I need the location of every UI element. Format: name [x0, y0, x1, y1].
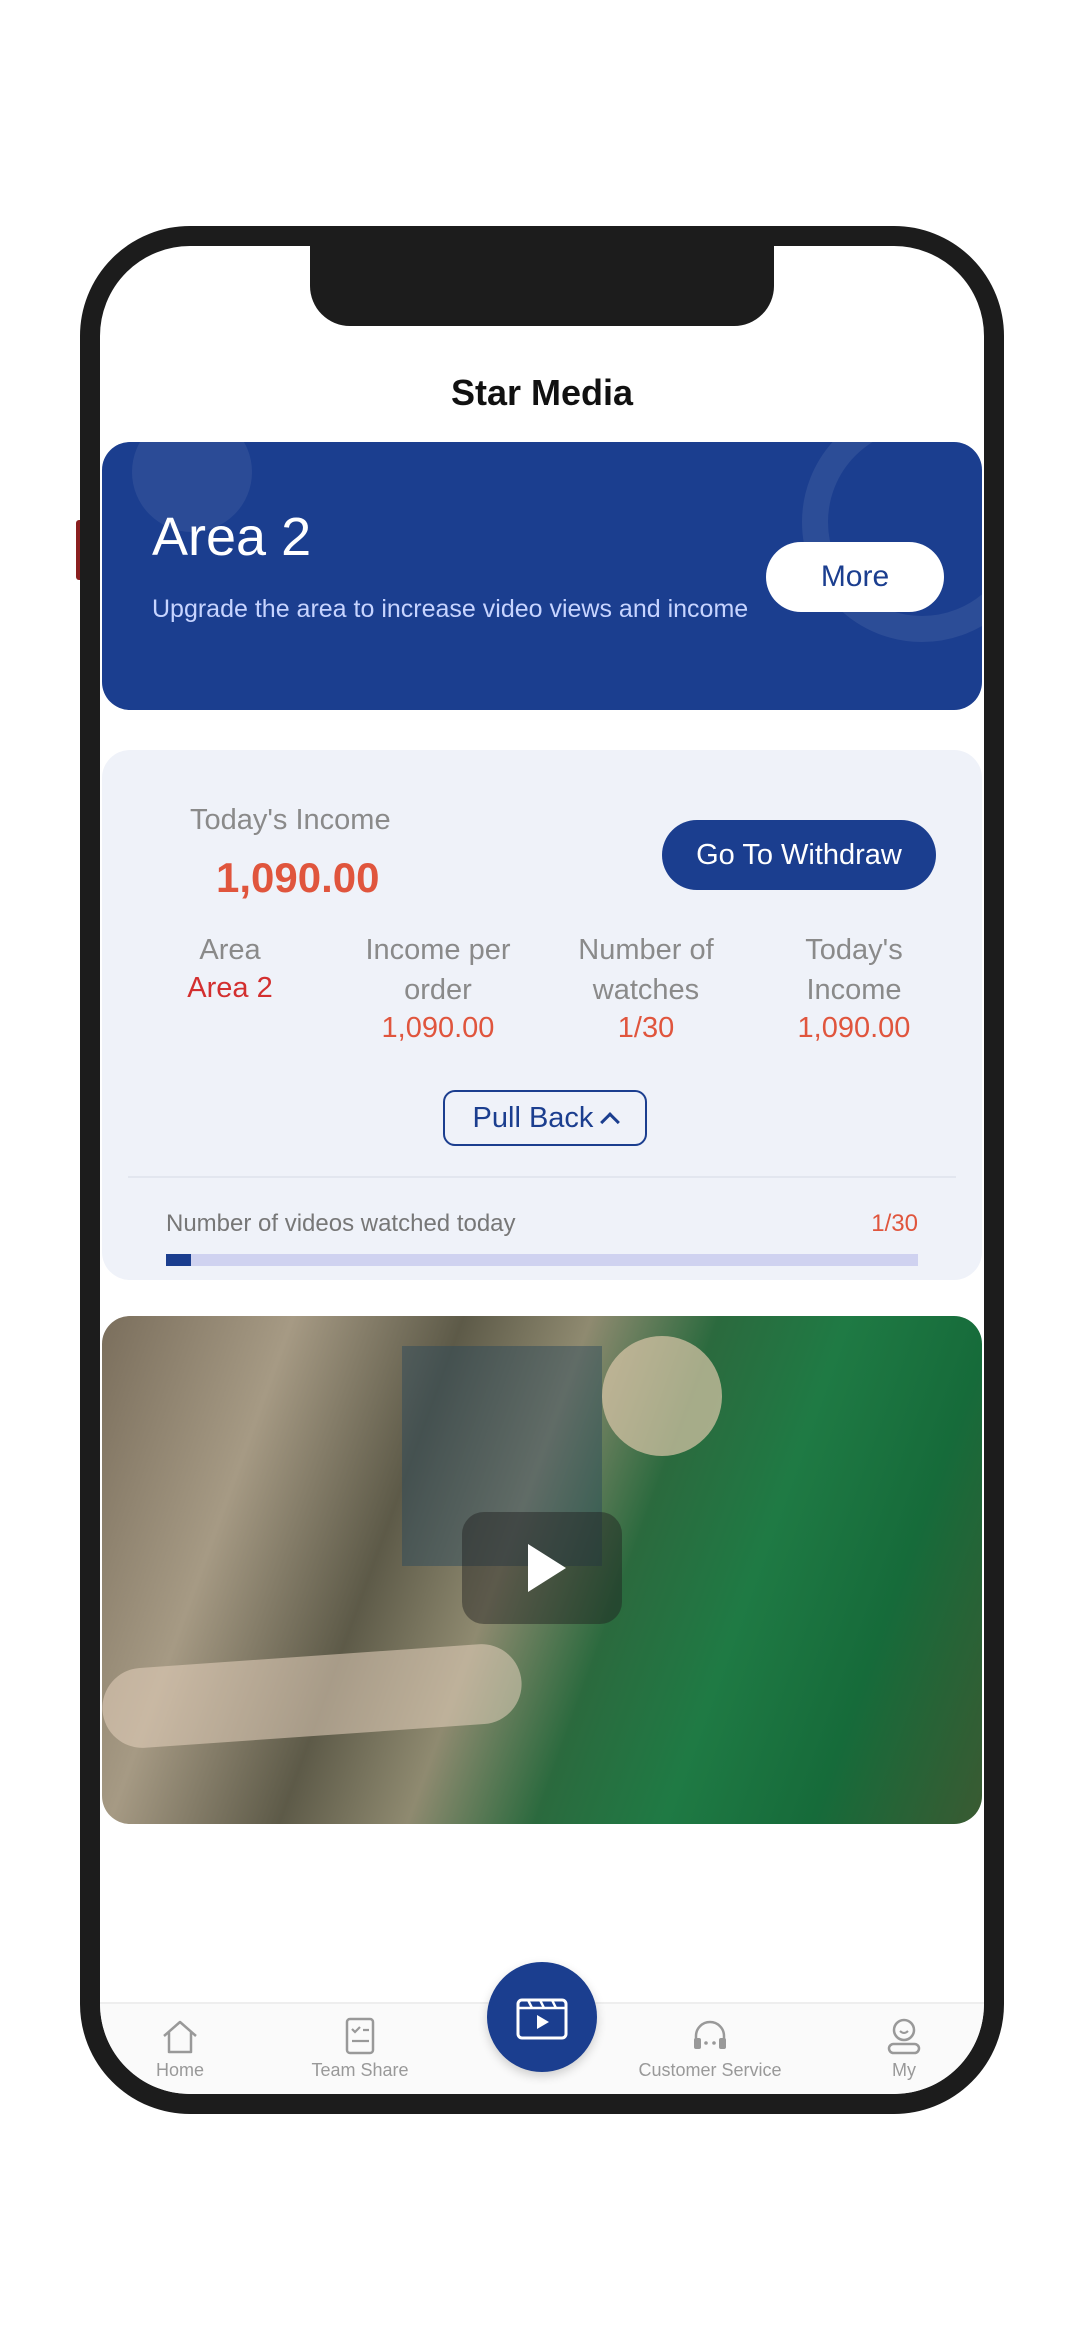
more-button[interactable]: More — [766, 542, 944, 612]
play-icon — [528, 1544, 566, 1592]
stat-value: 1,090.00 — [381, 1012, 495, 1044]
income-card: Today's Income 1,090.00 Go To Withdraw A… — [102, 750, 982, 1280]
play-button[interactable] — [462, 1512, 622, 1624]
stat-header-line: watches — [592, 974, 700, 1006]
stat-header: Number of watches — [542, 930, 750, 1010]
nav-item-video-center[interactable] — [487, 1962, 597, 2072]
phone-frame: Star Media Area 2 Upgrade the area to in… — [80, 226, 1004, 2114]
stat-header: Today's Income — [750, 930, 958, 1010]
pull-back-button[interactable]: Pull Back — [443, 1090, 647, 1146]
nav-item-team-share[interactable]: Team Share — [280, 2016, 440, 2081]
clipboard-icon — [345, 2017, 375, 2055]
headset-icon — [694, 2020, 726, 2049]
stat-header-line: Number of — [578, 934, 714, 966]
stat-header-line: Area — [199, 934, 261, 966]
stat-header-line: Income per — [365, 934, 511, 966]
area-title: Area 2 — [152, 507, 312, 567]
pull-back-label: Pull Back — [472, 1101, 594, 1134]
stat-header-line: Today's — [805, 934, 903, 966]
stat-area: Area Area 2 — [126, 930, 334, 1046]
today-income-value: 1,090.00 — [216, 854, 380, 901]
app-screen: Star Media Area 2 Upgrade the area to in… — [100, 246, 984, 2094]
phone-notch — [310, 246, 774, 326]
stat-value: 1/30 — [617, 1012, 675, 1044]
nav-item-customer-service[interactable]: Customer Service — [630, 2016, 790, 2081]
area-description: Upgrade the area to increase video views… — [152, 595, 749, 623]
stat-number-of-watches: Number of watches 1/30 — [542, 930, 750, 1046]
stat-income-per-order: Income per order 1,090.00 — [334, 930, 542, 1046]
stat-todays-income: Today's Income 1,090.00 — [750, 930, 958, 1046]
nav-label: Customer Service — [638, 2060, 782, 2080]
video-background-person — [602, 1336, 722, 1456]
home-icon — [163, 2020, 197, 2054]
videos-watched-progress-bar — [166, 1254, 918, 1266]
stat-value: Area 2 — [187, 972, 273, 1004]
video-player[interactable] — [102, 1316, 982, 1824]
stat-header: Area — [126, 930, 334, 970]
stat-header-line: order — [404, 974, 472, 1006]
stat-header: Income per order — [334, 930, 542, 1010]
video-icon — [516, 1998, 568, 2040]
divider — [128, 1176, 956, 1178]
page-title: Star Media — [450, 372, 634, 413]
nav-label: Home — [155, 2060, 204, 2080]
area-banner: Area 2 Upgrade the area to increase vide… — [102, 442, 982, 710]
go-to-withdraw-button[interactable]: Go To Withdraw — [662, 820, 936, 890]
videos-watched-value: 1/30 — [871, 1210, 918, 1237]
chevron-up-icon — [600, 1112, 621, 1132]
stat-header-line: Income — [806, 974, 902, 1006]
nav-label: My — [892, 2060, 916, 2080]
stat-value: 1,090.00 — [797, 1012, 911, 1044]
videos-watched-label: Number of videos watched today — [166, 1210, 516, 1237]
nav-item-home[interactable]: Home — [100, 2016, 260, 2081]
video-background-arm — [102, 1641, 525, 1751]
nav-label: Team Share — [311, 2060, 409, 2080]
progress-fill — [166, 1254, 192, 1266]
nav-item-my[interactable]: My — [824, 2016, 984, 2081]
user-icon — [887, 2018, 921, 2055]
today-income-label: Today's Income — [190, 804, 391, 836]
income-stats-table: Area Area 2 Income per order 1,090.00 Num… — [126, 930, 958, 1046]
